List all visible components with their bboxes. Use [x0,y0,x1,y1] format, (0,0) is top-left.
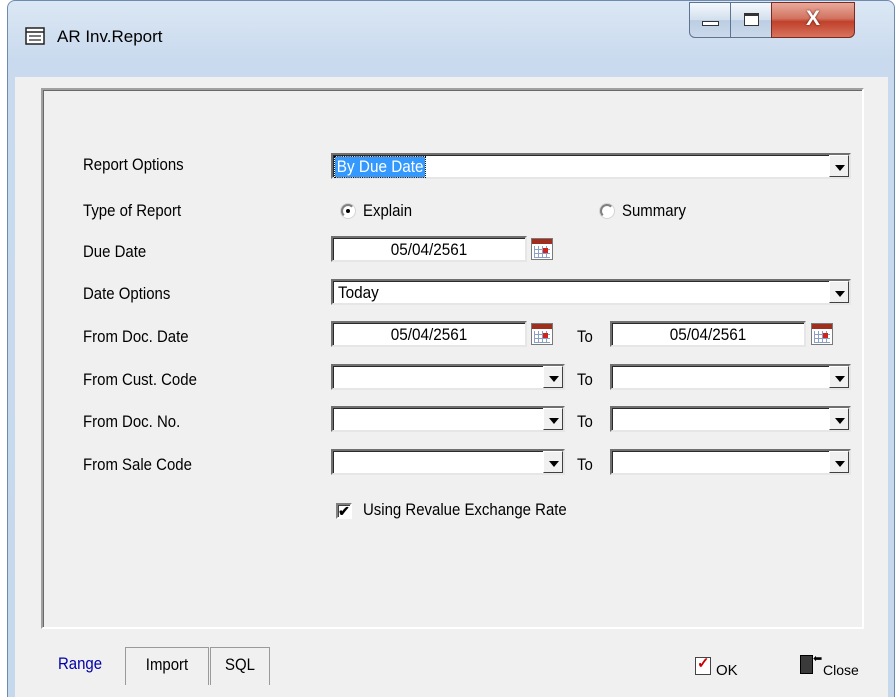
label-report-options: Report Options [83,155,184,174]
label-from-cust-code: From Cust. Code [83,370,197,389]
doc-no-to-select[interactable] [610,406,851,432]
tab-sql[interactable]: SQL [210,647,270,685]
report-options-value: By Due Date [334,156,427,178]
close-label: Close [823,662,859,678]
label-type-of-report: Type of Report [83,201,182,220]
label-due-date: Due Date [83,242,147,261]
radio-explain[interactable] [341,204,355,218]
maximize-icon [744,13,759,26]
label-from-doc-no: From Doc. No. [83,412,181,431]
due-date-value: 05/04/2561 [390,240,468,259]
chevron-down-icon[interactable] [543,451,563,473]
revalue-checkbox[interactable]: ✔ [336,503,352,519]
due-date-input[interactable]: 05/04/2561 [331,236,527,262]
label-to: To [577,327,593,346]
client-area: Report Options By Due Date Type of Repor… [15,77,888,697]
sale-code-from-select[interactable] [331,449,565,475]
revalue-label[interactable]: Using Revalue Exchange Rate [363,500,567,520]
report-options-select[interactable]: By Due Date [331,153,851,179]
minimize-button[interactable] [689,2,731,38]
ok-icon [695,654,711,675]
date-options-select[interactable]: Today [331,279,851,305]
radio-explain-label[interactable]: Explain [363,201,412,221]
chevron-down-icon[interactable] [829,155,849,177]
calendar-icon[interactable] [531,238,553,260]
doc-date-to-value: 05/04/2561 [669,325,747,344]
label-to: To [577,370,593,389]
maximize-button[interactable] [730,2,772,38]
tab-import[interactable]: Import [125,647,209,685]
sale-code-to-select[interactable] [610,449,851,475]
chevron-down-icon[interactable] [829,451,849,473]
label-to: To [577,455,593,474]
radio-summary[interactable] [600,204,614,218]
exit-door-icon [800,652,822,674]
window-title: AR Inv.Report [57,27,163,46]
cust-code-to-select[interactable] [610,364,851,390]
chevron-down-icon[interactable] [829,408,849,430]
minimize-icon [702,21,719,26]
chevron-down-icon[interactable] [829,366,849,388]
label-to: To [577,412,593,431]
label-from-sale-code: From Sale Code [83,455,192,474]
cust-code-from-select[interactable] [331,364,565,390]
calendar-icon[interactable] [531,323,553,345]
date-options-value: Today [338,283,379,302]
ok-button[interactable]: OK [695,647,765,685]
doc-no-from-select[interactable] [331,406,565,432]
close-window-button[interactable]: X [771,2,855,38]
ok-label: OK [716,662,738,679]
doc-date-from-value: 05/04/2561 [390,325,468,344]
chevron-down-icon[interactable] [543,408,563,430]
tab-range[interactable]: Range [38,647,122,685]
chevron-down-icon[interactable] [543,366,563,388]
doc-date-from-input[interactable]: 05/04/2561 [331,321,527,347]
range-panel: Report Options By Due Date Type of Repor… [41,88,864,629]
label-from-doc-date: From Doc. Date [83,327,189,346]
report-window: AR Inv.Report X Report Options By Due Da… [7,0,895,697]
close-icon: X [805,7,820,30]
close-button[interactable]: Close [798,647,876,685]
radio-summary-label[interactable]: Summary [622,201,686,221]
chevron-down-icon[interactable] [829,281,849,303]
doc-date-to-input[interactable]: 05/04/2561 [610,321,806,347]
form-icon [25,27,45,45]
calendar-icon[interactable] [811,323,833,345]
label-date-options: Date Options [83,284,171,303]
title-bar[interactable]: AR Inv.Report X [8,1,894,77]
